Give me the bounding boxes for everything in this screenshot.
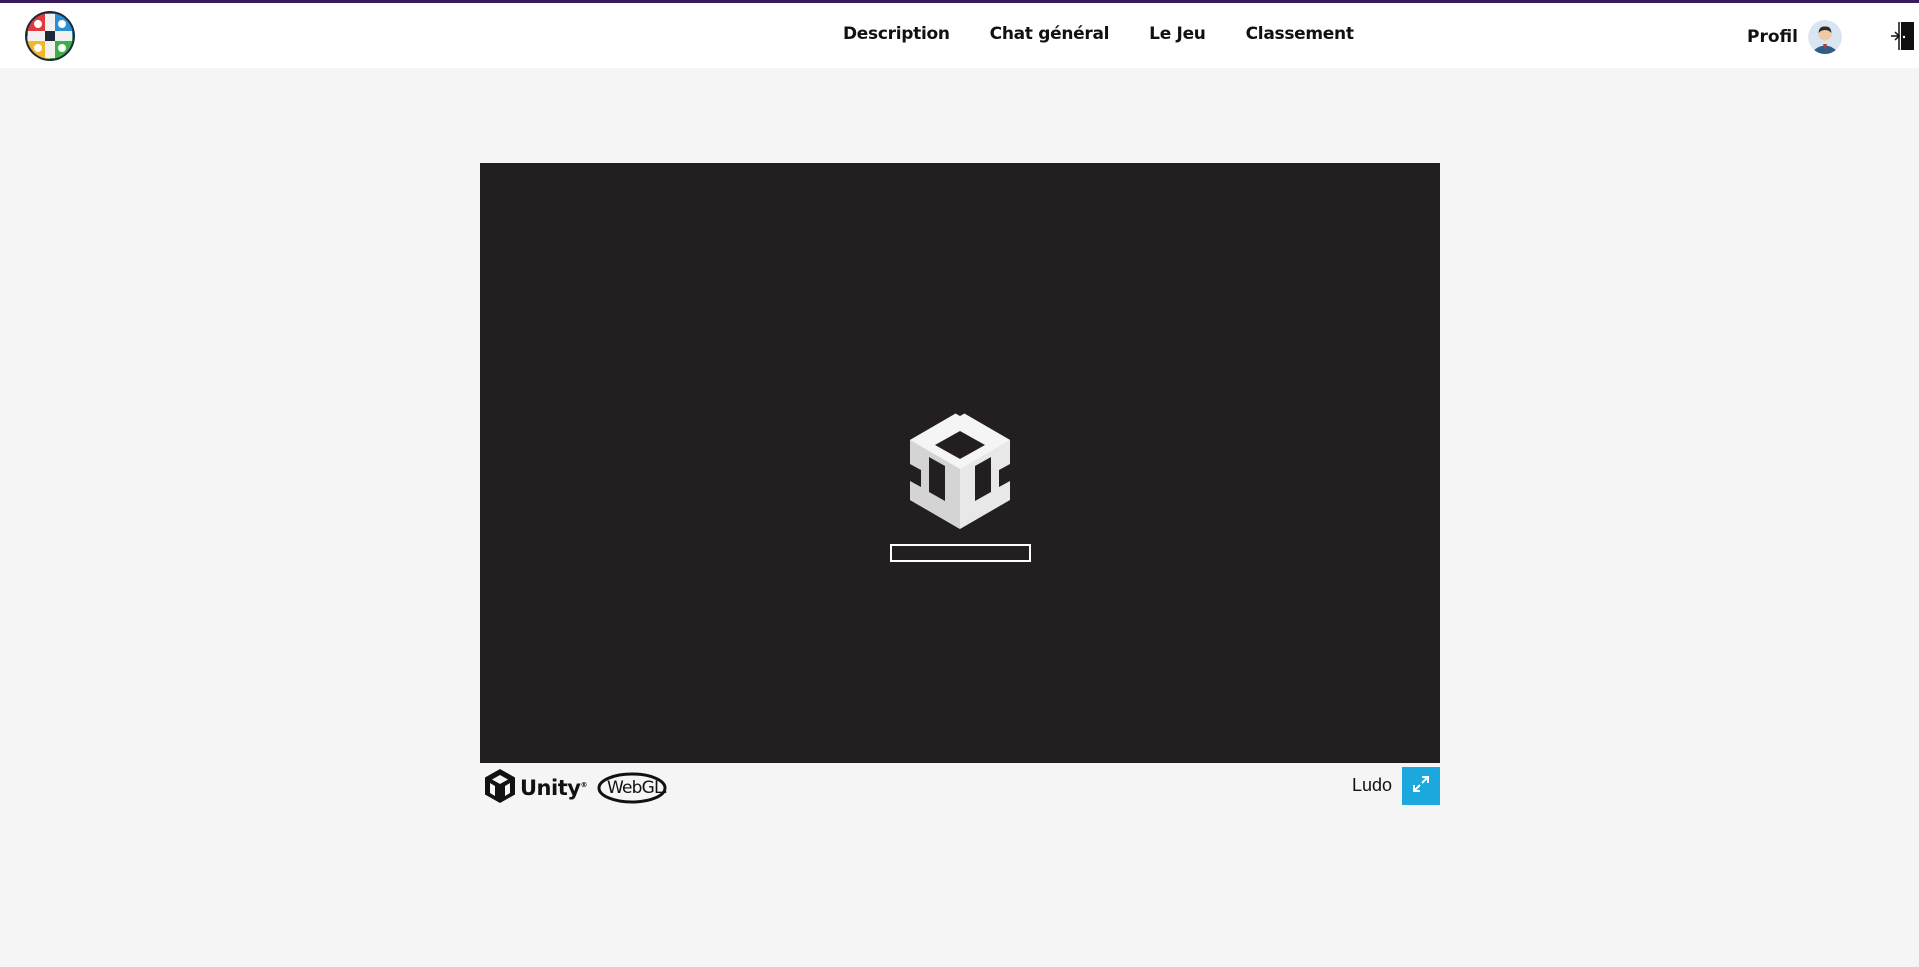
fullscreen-expand-icon bbox=[1412, 775, 1430, 798]
unity-logo-icon bbox=[484, 768, 516, 809]
unity-cube-logo-icon bbox=[907, 406, 1013, 531]
webgl-dot: . bbox=[662, 778, 668, 798]
navbar: Description Chat général Le Jeu Classeme… bbox=[0, 3, 1919, 68]
nav-link-chat[interactable]: Chat général bbox=[990, 24, 1110, 44]
game-footer: Unity® WebGL. Ludo bbox=[480, 767, 1440, 807]
webgl-logo: WebGL. bbox=[597, 772, 669, 804]
nav-link-ranking[interactable]: Classement bbox=[1246, 24, 1354, 44]
unity-trademark: ® bbox=[580, 781, 587, 789]
logout-door-icon[interactable] bbox=[1890, 19, 1916, 53]
profile-label: Profil bbox=[1747, 27, 1798, 47]
game-title: Ludo bbox=[1351, 775, 1392, 795]
nav-link-description[interactable]: Description bbox=[843, 24, 950, 44]
unity-webgl-branding: Unity® WebGL. bbox=[484, 768, 669, 809]
ludo-board-logo-icon[interactable] bbox=[24, 10, 76, 62]
profile-link[interactable]: Profil bbox=[1747, 20, 1842, 54]
game-canvas[interactable] bbox=[480, 163, 1440, 763]
user-avatar-icon[interactable] bbox=[1807, 20, 1842, 54]
nav-link-game[interactable]: Le Jeu bbox=[1149, 24, 1206, 44]
unity-label: Unity® bbox=[520, 776, 587, 800]
nav-links: Description Chat général Le Jeu Classeme… bbox=[843, 3, 1354, 65]
webgl-label: WebGL. bbox=[606, 778, 668, 798]
loading-progress-bar bbox=[890, 544, 1031, 562]
fullscreen-button[interactable] bbox=[1402, 767, 1440, 805]
